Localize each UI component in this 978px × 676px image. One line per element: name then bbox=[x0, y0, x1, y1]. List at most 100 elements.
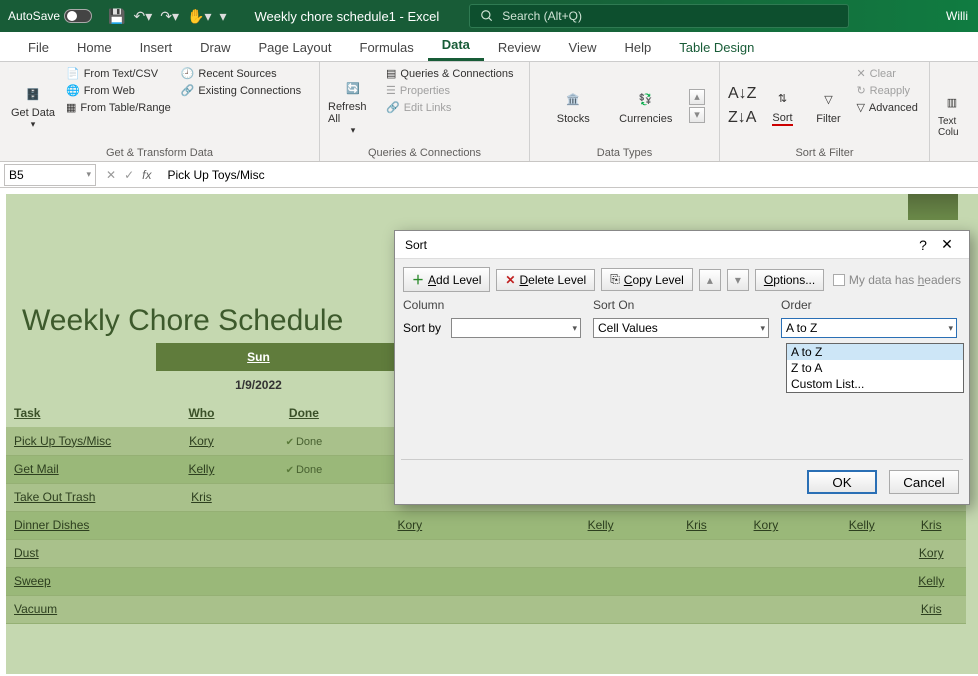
tab-review[interactable]: Review bbox=[484, 34, 555, 61]
data-cell[interactable]: Kory bbox=[361, 511, 459, 539]
data-cell[interactable] bbox=[156, 567, 247, 595]
table-row[interactable]: Vacuum Kris bbox=[6, 595, 966, 623]
search-input[interactable]: Search (Alt+Q) bbox=[469, 4, 849, 28]
data-cell[interactable]: Kelly bbox=[827, 511, 896, 539]
task-cell[interactable]: Dust bbox=[6, 539, 156, 567]
task-cell[interactable]: Pick Up Toys/Misc bbox=[6, 427, 156, 455]
data-cell[interactable] bbox=[247, 595, 361, 623]
stocks-button[interactable]: 🏛️Stocks bbox=[544, 87, 603, 125]
data-cell[interactable] bbox=[459, 595, 566, 623]
fx-icon[interactable]: fx bbox=[142, 168, 151, 182]
table-row[interactable]: Sweep Kelly bbox=[6, 567, 966, 595]
data-cell[interactable]: Kory bbox=[731, 511, 800, 539]
table-row[interactable]: DustKory bbox=[6, 539, 966, 567]
filter-button[interactable]: ▽ Filter bbox=[808, 66, 848, 145]
from-text-csv-button[interactable]: 📄From Text/CSV bbox=[64, 66, 173, 81]
accept-formula-icon[interactable]: ✓ bbox=[124, 168, 134, 182]
data-cell[interactable]: Done bbox=[247, 455, 361, 483]
data-cell[interactable] bbox=[635, 511, 661, 539]
data-cell[interactable]: Kris bbox=[156, 483, 247, 511]
recent-sources-button[interactable]: 🕘Recent Sources bbox=[179, 66, 303, 81]
dropdown-item[interactable]: Z to A bbox=[787, 360, 963, 376]
data-cell[interactable] bbox=[566, 595, 635, 623]
data-cell[interactable] bbox=[566, 539, 635, 567]
data-cell[interactable] bbox=[801, 539, 827, 567]
data-cell[interactable] bbox=[459, 511, 566, 539]
copy-level-button[interactable]: ⎘Copy Level bbox=[601, 268, 693, 291]
advanced-button[interactable]: ▽Advanced bbox=[854, 100, 919, 115]
data-cell[interactable] bbox=[827, 595, 896, 623]
data-cell[interactable] bbox=[459, 567, 566, 595]
qat-overflow-icon[interactable]: ▾ bbox=[219, 8, 226, 25]
table-row[interactable]: Dinner DishesKoryKellyKrisKoryKellyKris bbox=[6, 511, 966, 539]
data-cell[interactable] bbox=[801, 595, 827, 623]
redo-icon[interactable]: ↷▾ bbox=[160, 8, 179, 25]
data-cell[interactable] bbox=[459, 539, 566, 567]
data-cell[interactable] bbox=[156, 539, 247, 567]
dropdown-item[interactable]: A to Z bbox=[787, 344, 963, 360]
tab-draw[interactable]: Draw bbox=[186, 34, 244, 61]
data-cell[interactable] bbox=[827, 539, 896, 567]
sort-button[interactable]: ⇅ Sort bbox=[762, 66, 802, 145]
tab-table-design[interactable]: Table Design bbox=[665, 34, 768, 61]
tab-page-layout[interactable]: Page Layout bbox=[245, 34, 346, 61]
from-table-button[interactable]: ▦From Table/Range bbox=[64, 100, 173, 115]
data-cell[interactable] bbox=[156, 511, 247, 539]
sort-asc-icon[interactable]: A↓Z bbox=[728, 85, 756, 103]
data-cell[interactable] bbox=[662, 567, 731, 595]
data-cell[interactable] bbox=[731, 595, 800, 623]
data-cell[interactable]: Kris bbox=[896, 511, 966, 539]
toggle-switch-icon[interactable] bbox=[64, 9, 92, 23]
data-cell[interactable]: Kelly bbox=[566, 511, 635, 539]
from-web-button[interactable]: 🌐From Web bbox=[64, 83, 173, 98]
data-cell[interactable]: Kris bbox=[662, 511, 731, 539]
data-cell[interactable] bbox=[635, 539, 661, 567]
data-cell[interactable]: Kelly bbox=[156, 455, 247, 483]
sortby-combo[interactable] bbox=[451, 318, 581, 338]
formula-input[interactable]: Pick Up Toys/Misc bbox=[161, 168, 978, 182]
data-cell[interactable]: Kelly bbox=[896, 567, 966, 595]
data-cell[interactable] bbox=[361, 567, 459, 595]
headers-checkbox[interactable]: My data has headers bbox=[833, 273, 961, 287]
data-cell[interactable] bbox=[662, 539, 731, 567]
data-cell[interactable] bbox=[156, 595, 247, 623]
dropdown-item[interactable]: Custom List... bbox=[787, 376, 963, 392]
queries-connections-button[interactable]: ▤Queries & Connections bbox=[384, 66, 516, 81]
data-cell[interactable] bbox=[635, 595, 661, 623]
task-cell[interactable]: Vacuum bbox=[6, 595, 156, 623]
delete-level-button[interactable]: ✕Delete Level bbox=[496, 269, 595, 291]
undo-icon[interactable]: ↶▾ bbox=[133, 8, 152, 25]
tab-help[interactable]: Help bbox=[610, 34, 665, 61]
task-cell[interactable]: Take Out Trash bbox=[6, 483, 156, 511]
task-cell[interactable]: Sweep bbox=[6, 567, 156, 595]
tab-view[interactable]: View bbox=[555, 34, 611, 61]
data-cell[interactable] bbox=[731, 539, 800, 567]
sort-desc-icon[interactable]: Z↓A bbox=[728, 109, 756, 127]
data-cell[interactable] bbox=[361, 539, 459, 567]
get-data-button[interactable]: 🗄️ Get Data▾ bbox=[8, 66, 58, 145]
data-cell[interactable] bbox=[247, 539, 361, 567]
user-name[interactable]: Willi bbox=[936, 9, 978, 23]
data-cell[interactable] bbox=[827, 567, 896, 595]
data-cell[interactable] bbox=[662, 595, 731, 623]
tab-home[interactable]: Home bbox=[63, 34, 126, 61]
name-box[interactable]: B5 bbox=[4, 164, 96, 186]
currencies-button[interactable]: 💱Currencies bbox=[617, 87, 676, 125]
data-cell[interactable] bbox=[361, 595, 459, 623]
tab-data[interactable]: Data bbox=[428, 31, 484, 61]
options-button[interactable]: Options... bbox=[755, 269, 824, 291]
tab-insert[interactable]: Insert bbox=[126, 34, 187, 61]
data-cell[interactable] bbox=[247, 483, 361, 511]
data-cell[interactable] bbox=[801, 511, 827, 539]
data-cell[interactable]: Kris bbox=[896, 595, 966, 623]
touch-icon[interactable]: ✋▾ bbox=[187, 8, 211, 25]
existing-connections-button[interactable]: 🔗Existing Connections bbox=[179, 83, 303, 98]
autosave-toggle[interactable]: AutoSave bbox=[0, 9, 100, 23]
tab-file[interactable]: File bbox=[14, 34, 63, 61]
cancel-formula-icon[interactable]: ✕ bbox=[106, 168, 116, 182]
save-icon[interactable]: 💾 bbox=[108, 8, 125, 25]
task-cell[interactable]: Dinner Dishes bbox=[6, 511, 156, 539]
data-cell[interactable]: Kory bbox=[156, 427, 247, 455]
tab-formulas[interactable]: Formulas bbox=[346, 34, 428, 61]
refresh-all-button[interactable]: 🔄 Refresh All▾ bbox=[328, 66, 378, 145]
